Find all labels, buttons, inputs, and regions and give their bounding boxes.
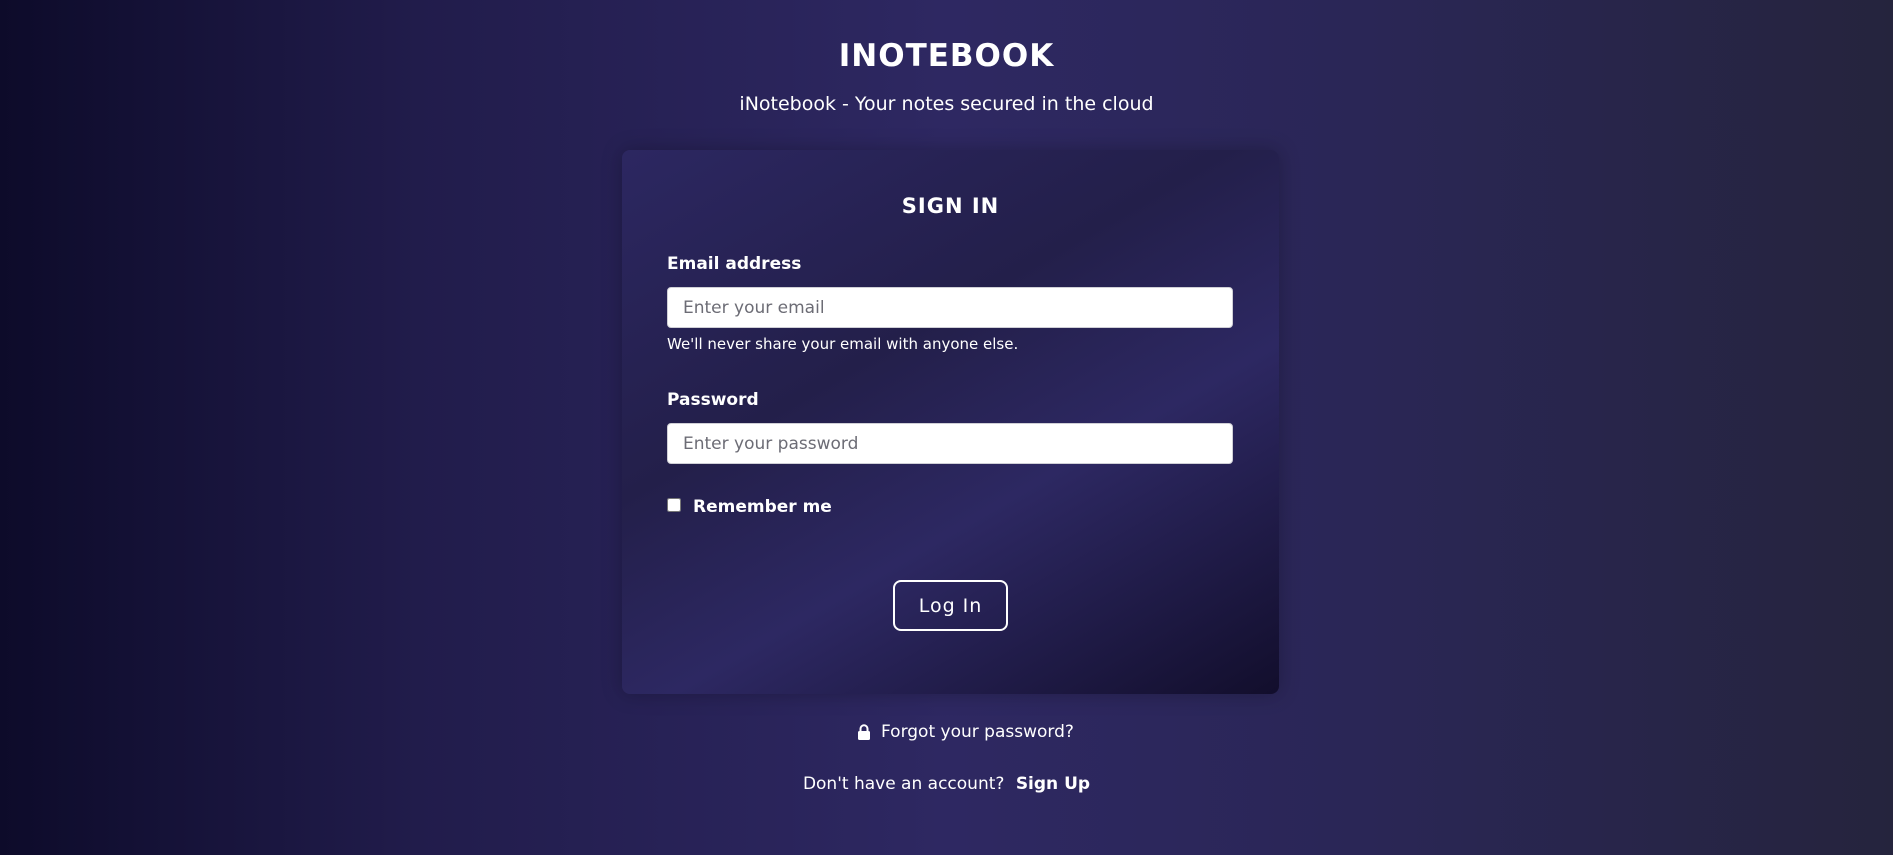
- lock-icon: [857, 724, 871, 740]
- forgot-password-link[interactable]: Forgot your password?: [857, 722, 1074, 742]
- signup-link[interactable]: Sign Up: [1016, 774, 1090, 794]
- password-field[interactable]: [667, 423, 1233, 464]
- login-card: SIGN IN Email address We'll never share …: [622, 150, 1279, 694]
- card-title: SIGN IN: [901, 194, 1000, 218]
- signup-prompt: Don't have an account?: [802, 774, 1005, 794]
- login-button[interactable]: Log In: [893, 580, 1008, 631]
- app-subtitle: iNotebook - Your notes secured in the cl…: [739, 93, 1154, 115]
- remember-me-checkbox[interactable]: [667, 498, 681, 512]
- email-label: Email address: [667, 254, 802, 274]
- app-title: INOTEBOOK: [838, 38, 1055, 74]
- forgot-password-label: Forgot your password?: [881, 722, 1074, 742]
- email-help-text: We'll never share your email with anyone…: [667, 335, 1019, 353]
- signup-row: Don't have an account? Sign Up: [0, 774, 1893, 794]
- password-label: Password: [667, 390, 759, 410]
- email-field[interactable]: [667, 287, 1233, 328]
- remember-me-label[interactable]: Remember me: [693, 497, 832, 517]
